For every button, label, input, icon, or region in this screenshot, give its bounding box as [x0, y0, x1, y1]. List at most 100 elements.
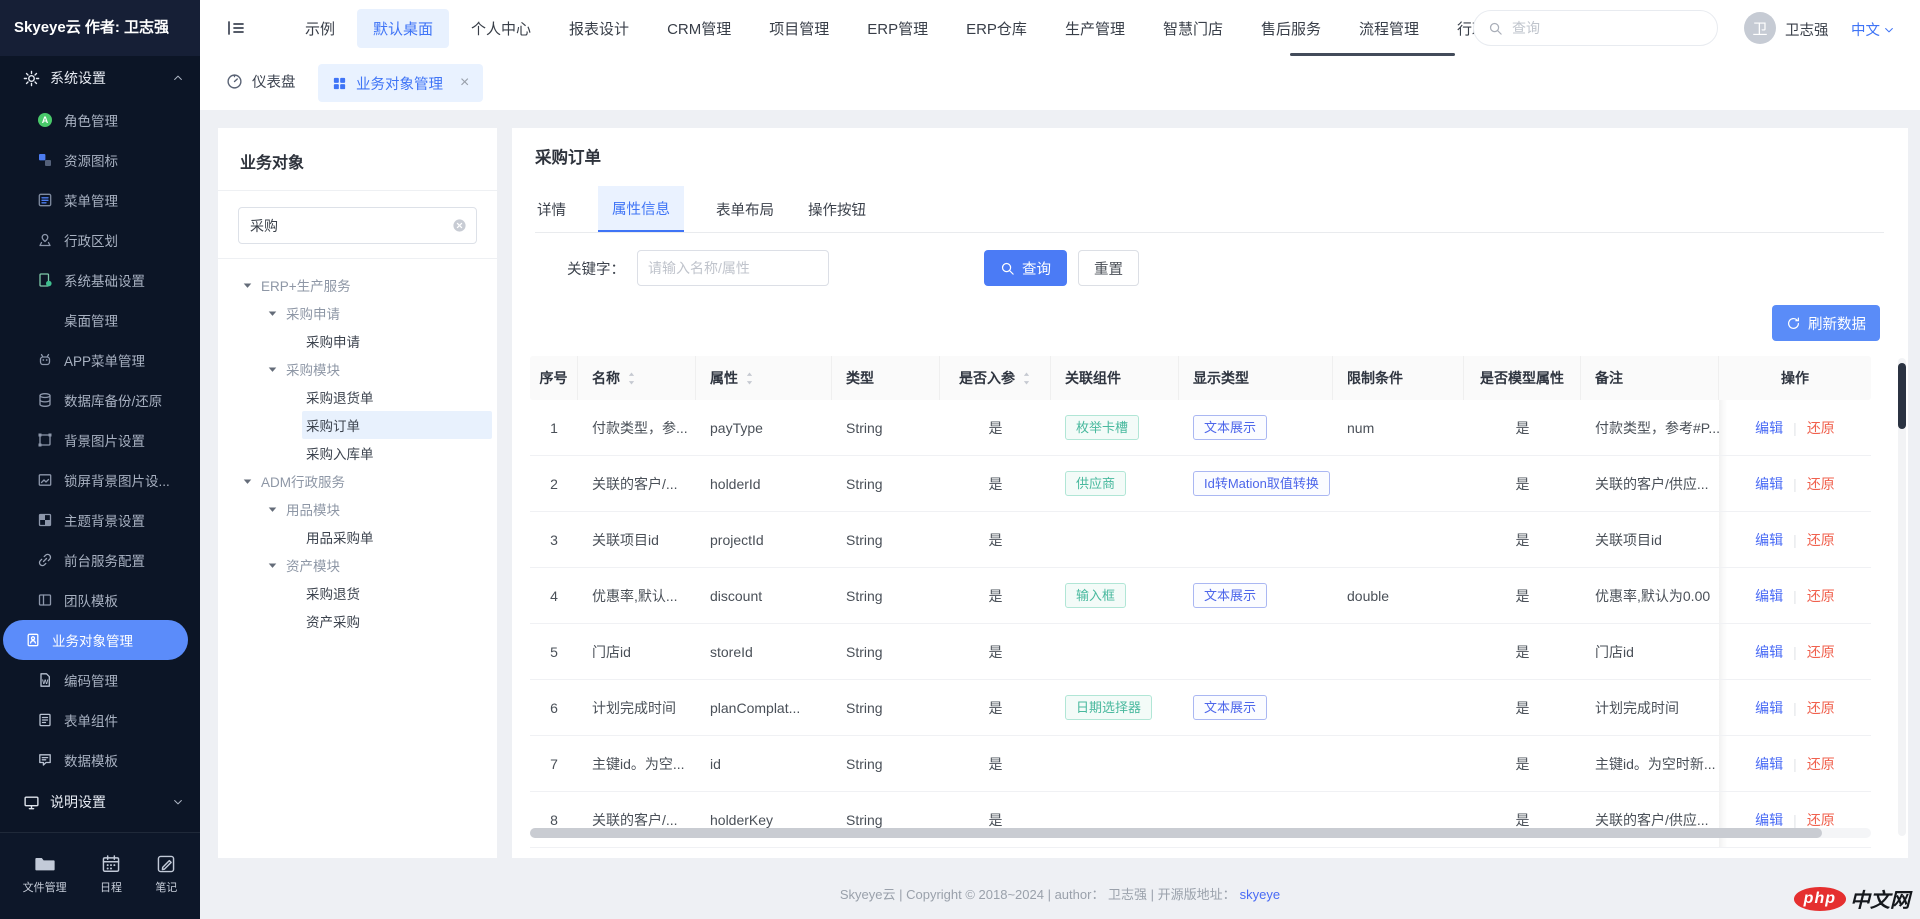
nav-tab-3[interactable]: 报表设计	[553, 9, 645, 48]
page-title: 采购订单	[535, 144, 601, 168]
keyword-input[interactable]	[637, 250, 829, 286]
sidebar-item-10[interactable]: 锁屏背景图片设...	[0, 460, 200, 500]
vertical-scrollbar-thumb[interactable]	[1898, 363, 1906, 429]
tree-node-9[interactable]: 用品采购单	[218, 523, 497, 551]
edit-link[interactable]: 编辑	[1755, 530, 1783, 550]
tree-node-1[interactable]: 采购申请	[218, 299, 497, 327]
edit-link[interactable]: 编辑	[1755, 586, 1783, 606]
detail-tab-0[interactable]: 详情	[535, 186, 568, 232]
clear-icon[interactable]	[452, 218, 467, 233]
sidebar-tool-0[interactable]: 文件管理	[23, 854, 67, 895]
tree-node-5[interactable]: 采购订单	[218, 411, 497, 439]
sidebar-item-5[interactable]: 系统基础设置	[0, 260, 200, 300]
sidebar-tool-1[interactable]: 日程	[100, 854, 122, 895]
sidebar-group-18[interactable]: 说明设置	[0, 780, 200, 824]
edit-link[interactable]: 编辑	[1755, 474, 1783, 494]
nav-tab-8[interactable]: 生产管理	[1049, 9, 1141, 48]
sidebar-item-9[interactable]: 背景图片设置	[0, 420, 200, 460]
sidebar-item-13[interactable]: 团队模板	[0, 580, 200, 620]
sidebar-item-3[interactable]: 菜单管理	[0, 180, 200, 220]
caret-down-icon[interactable]	[242, 476, 253, 487]
tree-search-input[interactable]	[238, 207, 477, 244]
sidebar-item-1[interactable]: A角色管理	[0, 100, 200, 140]
detail-tab-3[interactable]: 操作按钮	[806, 186, 868, 232]
cell-3: String	[832, 792, 940, 847]
nav-tab-1[interactable]: 默认桌面	[357, 9, 449, 48]
horizontal-scrollbar[interactable]	[530, 828, 1871, 838]
tree-node-3[interactable]: 采购模块	[218, 355, 497, 383]
restore-link[interactable]: 还原	[1807, 698, 1835, 718]
tree-node-12[interactable]: 资产采购	[218, 607, 497, 635]
avatar[interactable]: 卫	[1744, 12, 1776, 44]
sidebar-item-4[interactable]: 行政区划	[0, 220, 200, 260]
caret-down-icon[interactable]	[242, 280, 253, 291]
sidebar-item-16[interactable]: 表单组件	[0, 700, 200, 740]
sidebar-item-12[interactable]: 前台服务配置	[0, 540, 200, 580]
nav-tab-4[interactable]: CRM管理	[651, 9, 747, 48]
sidebar-tool-2[interactable]: 笔记	[155, 854, 177, 895]
cell-1: 计划完成时间	[578, 680, 696, 735]
search-button[interactable]: 查询	[984, 250, 1067, 286]
restore-link[interactable]: 还原	[1807, 642, 1835, 662]
close-icon[interactable]: ×	[460, 74, 469, 92]
nav-tab-10[interactable]: 售后服务	[1245, 9, 1337, 48]
sidebar-group-0[interactable]: 系统设置	[0, 56, 200, 100]
restore-link[interactable]: 还原	[1807, 586, 1835, 606]
sidebar-item-7[interactable]: APP菜单管理	[0, 340, 200, 380]
col-header-2[interactable]: 属性	[696, 356, 832, 400]
sort-icon[interactable]	[627, 371, 636, 386]
nav-tab-7[interactable]: ERP仓库	[950, 9, 1043, 48]
restore-link[interactable]: 还原	[1807, 810, 1835, 830]
sidebar-item-15[interactable]: W编码管理	[0, 660, 200, 700]
nav-tab-9[interactable]: 智慧门店	[1147, 9, 1239, 48]
vertical-scrollbar[interactable]	[1898, 358, 1906, 836]
restore-link[interactable]: 还原	[1807, 530, 1835, 550]
tree-node-8[interactable]: 用品模块	[218, 495, 497, 523]
caret-down-icon[interactable]	[267, 504, 278, 515]
edit-link[interactable]: 编辑	[1755, 810, 1783, 830]
nav-tab-5[interactable]: 项目管理	[753, 9, 845, 48]
nav-tab-0[interactable]: 示例	[289, 9, 351, 48]
edit-link[interactable]: 编辑	[1755, 698, 1783, 718]
nav-tab-11[interactable]: 流程管理	[1343, 9, 1435, 48]
collapse-sidebar-icon[interactable]	[226, 18, 246, 41]
caret-down-icon[interactable]	[267, 308, 278, 319]
refresh-data-button[interactable]: 刷新数据	[1772, 305, 1880, 341]
sort-icon[interactable]	[745, 371, 754, 386]
edit-link[interactable]: 编辑	[1755, 418, 1783, 438]
tree-node-2[interactable]: 采购申请	[218, 327, 497, 355]
sidebar-item-8[interactable]: 数据库备份/还原	[0, 380, 200, 420]
sidebar-item-14[interactable]: 业务对象管理	[3, 620, 188, 660]
edit-link[interactable]: 编辑	[1755, 754, 1783, 774]
sort-icon[interactable]	[1022, 371, 1031, 386]
detail-tab-1[interactable]: 属性信息	[598, 186, 684, 232]
tree-node-0[interactable]: ERP+生产服务	[218, 271, 497, 299]
restore-link[interactable]: 还原	[1807, 754, 1835, 774]
edit-link[interactable]: 编辑	[1755, 642, 1783, 662]
col-header-1[interactable]: 名称	[578, 356, 696, 400]
horizontal-scrollbar-thumb[interactable]	[530, 828, 1822, 838]
col-header-4[interactable]: 是否入参	[940, 356, 1051, 400]
tree-node-4[interactable]: 采购退货单	[218, 383, 497, 411]
reset-button[interactable]: 重置	[1078, 250, 1139, 286]
sidebar-item-6[interactable]: 桌面管理	[0, 300, 200, 340]
language-switcher[interactable]: 中文	[1851, 19, 1895, 40]
tree-node-11[interactable]: 采购退货	[218, 579, 497, 607]
nav-tab-6[interactable]: ERP管理	[851, 9, 944, 48]
caret-down-icon[interactable]	[267, 560, 278, 571]
tab-dashboard[interactable]: 仪表盘	[226, 71, 296, 92]
sidebar-item-2[interactable]: 资源图标	[0, 140, 200, 180]
opensource-link[interactable]: skyeye	[1240, 887, 1280, 902]
sidebar-item-17[interactable]: 数据模板	[0, 740, 200, 780]
detail-tab-2[interactable]: 表单布局	[714, 186, 776, 232]
tab-business-object-manage[interactable]: 业务对象管理 ×	[318, 64, 483, 102]
tree-node-6[interactable]: 采购入库单	[218, 439, 497, 467]
restore-link[interactable]: 还原	[1807, 474, 1835, 494]
caret-down-icon[interactable]	[267, 364, 278, 375]
nav-tab-2[interactable]: 个人中心	[455, 9, 547, 48]
tree-node-10[interactable]: 资产模块	[218, 551, 497, 579]
restore-link[interactable]: 还原	[1807, 418, 1835, 438]
tree-node-7[interactable]: ADM行政服务	[218, 467, 497, 495]
topbar-search-input[interactable]: 查询	[1473, 10, 1718, 46]
sidebar-item-11[interactable]: 主题背景设置	[0, 500, 200, 540]
